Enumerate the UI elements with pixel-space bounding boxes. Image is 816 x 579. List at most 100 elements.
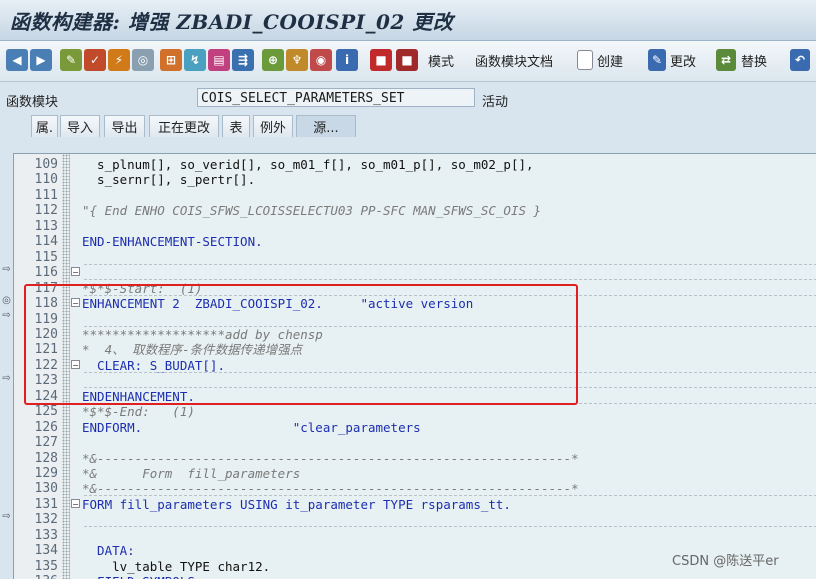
pencil-icon[interactable]: ✎ xyxy=(648,49,666,71)
function-module-docs-button[interactable]: 函数模块文档 xyxy=(475,51,553,70)
change-button[interactable]: 更改 xyxy=(670,51,696,70)
line-number: 130 xyxy=(34,481,58,497)
tab-tables[interactable]: 表 xyxy=(222,115,250,137)
line-number: 110 xyxy=(34,172,58,188)
title-bar: 函数构建器: 增强 ZBADI_COOISPI_02 更改 xyxy=(0,0,816,41)
line-number: 125 xyxy=(34,404,58,420)
code-line[interactable]: 116 − xyxy=(14,265,816,281)
forward-arrow-icon[interactable]: ▶ xyxy=(30,49,52,71)
code-line[interactable]: 132 xyxy=(14,512,816,528)
line-number: 136 xyxy=(14,574,58,579)
tab-exceptions[interactable]: 例外 xyxy=(253,115,293,137)
code-text: DATA: xyxy=(82,543,135,559)
line-number: 132 xyxy=(34,512,58,528)
activate-icon[interactable]: ⚡ xyxy=(108,49,130,71)
display-object-icon[interactable]: ▤ xyxy=(208,49,230,71)
bookmark-arrow-icon-3: ⇨ xyxy=(2,373,11,384)
highlight-box xyxy=(24,284,578,405)
create-button[interactable]: 创建 xyxy=(597,51,623,70)
enhancement-marker-icon: ◎ xyxy=(2,295,11,306)
code-line[interactable]: 131 − FORM fill_parameters USING it_parame… xyxy=(14,497,816,512)
line-number: 111 xyxy=(34,187,58,203)
line-number: 127 xyxy=(34,435,58,451)
code-text: *$*$-End: (1) xyxy=(82,404,195,420)
back-arrow-icon[interactable]: ◀ xyxy=(6,49,28,71)
line-number: 133 xyxy=(34,527,58,543)
line-number: 112 xyxy=(34,203,58,219)
tab-changing[interactable]: 正在更改 xyxy=(149,115,219,137)
code-text: *&--------------------------------------… xyxy=(82,450,579,466)
line-number: 128 xyxy=(34,450,58,466)
code-text: lv_table TYPE char12. xyxy=(82,558,271,574)
code-line[interactable]: 129 *& Form fill_parameters xyxy=(14,466,816,481)
tab-attributes[interactable]: 属. xyxy=(31,115,58,137)
window-title: 函数构建器: 增强 ZBADI_COOISPI_02 更改 xyxy=(10,10,454,34)
bookmark-arrow-icon-4: ⇨ xyxy=(2,511,11,522)
code-line[interactable]: 113 xyxy=(14,219,816,234)
line-number: 114 xyxy=(34,234,58,250)
info-icon[interactable]: i xyxy=(336,49,358,71)
code-line[interactable]: 110 s_sernr[], s_pertr[]. xyxy=(14,172,816,187)
function-module-label: 函数模块 xyxy=(6,95,59,110)
hierarchy-icon[interactable]: ♆ xyxy=(286,49,308,71)
code-line[interactable]: 127 xyxy=(14,435,816,450)
application-toolbar: ◀ ▶ ✎ ✓ ⚡ ◎ ⊞ ↯ ▤ ⇶ ⊕ ♆ ◉ i ■ ■ 模式 函数模块文… xyxy=(0,41,816,82)
status-text: 活动 xyxy=(482,95,509,110)
test-icon[interactable]: ◎ xyxy=(132,49,154,71)
code-text: s_sernr[], s_pertr[]. xyxy=(82,172,256,188)
fold-toggle-icon[interactable]: − xyxy=(71,498,80,509)
code-text: FORM fill_parameters USING it_parameter … xyxy=(82,496,511,512)
code-text: FIELD-SYMBOLS: xyxy=(82,574,202,579)
code-text: *&--------------------------------------… xyxy=(82,481,579,497)
code-text: END-ENHANCEMENT-SECTION. xyxy=(82,234,263,250)
code-line[interactable]: 130 *&-----------------------------------… xyxy=(14,481,816,497)
check-icon[interactable]: ✓ xyxy=(84,49,106,71)
other-object-icon[interactable]: ✎ xyxy=(60,49,82,71)
line-number: 135 xyxy=(34,558,58,574)
stop-icon-2[interactable]: ■ xyxy=(396,49,418,71)
bookmark-arrow-icon: ⇨ xyxy=(2,264,11,275)
line-number: 131 xyxy=(34,496,58,512)
code-line[interactable]: 136 FIELD-SYMBOLS: xyxy=(14,574,816,579)
line-number: 116 xyxy=(34,265,58,281)
line-number: 115 xyxy=(34,249,58,265)
code-text: *& Form fill_parameters xyxy=(82,466,301,481)
tab-export[interactable]: 导出 xyxy=(104,115,145,137)
tab-strip: 属. 导入 导出 正在更改 表 例外 源... xyxy=(0,112,816,140)
mode-button[interactable]: 模式 xyxy=(428,51,454,70)
code-text: s_plnum[], so_verid[], so_m01_f[], so_m0… xyxy=(82,157,534,172)
undo-icon[interactable]: ↶ xyxy=(790,49,810,71)
object-list-icon[interactable]: ↯ xyxy=(184,49,206,71)
fold-toggle-icon[interactable]: − xyxy=(71,267,80,277)
watermark: CSDN @陈送平er xyxy=(672,554,779,569)
replace-button[interactable]: 替换 xyxy=(741,51,767,70)
code-text: ENDFORM. "clear_parameters xyxy=(82,419,421,435)
line-number: 109 xyxy=(34,157,58,172)
stop-icon-1[interactable]: ■ xyxy=(370,49,392,71)
line-number: 113 xyxy=(34,218,58,234)
tab-source-code[interactable]: 源... xyxy=(296,115,356,137)
where-used-icon[interactable]: ⊞ xyxy=(160,49,182,71)
tab-import[interactable]: 导入 xyxy=(60,115,100,137)
create-document-icon[interactable] xyxy=(577,50,593,70)
code-line[interactable]: 112 "{ End ENHO COIS_SFWS_LCOISSELECTU03 … xyxy=(14,203,816,218)
code-line[interactable]: 115 xyxy=(14,250,816,265)
line-number: 129 xyxy=(34,466,58,481)
replace-icon[interactable]: ⇄ xyxy=(716,49,736,71)
code-line[interactable]: 109 s_plnum[], so_verid[], so_m01_f[], s… xyxy=(14,157,816,172)
code-line[interactable]: 111 xyxy=(14,188,816,203)
line-number: 134 xyxy=(34,543,58,559)
code-line[interactable]: 133 xyxy=(14,528,816,543)
bookmark-arrow-icon-2: ⇨ xyxy=(2,310,11,321)
function-module-field[interactable]: COIS_SELECT_PARAMETERS_SET xyxy=(197,88,475,107)
line-number: 126 xyxy=(34,419,58,435)
code-line[interactable]: 114 END-ENHANCEMENT-SECTION. xyxy=(14,234,816,249)
enhance-icon[interactable]: ⊕ xyxy=(262,49,284,71)
function-module-row: 函数模块 COIS_SELECT_PARAMETERS_SET 活动 xyxy=(0,84,816,112)
code-line[interactable]: 126 ENDFORM. "clear_parameters xyxy=(14,420,816,435)
code-text: "{ End ENHO COIS_SFWS_LCOISSELECTU03 PP-… xyxy=(82,203,542,219)
navigation-icon[interactable]: ⇶ xyxy=(232,49,254,71)
breakpoint-icon[interactable]: ◉ xyxy=(310,49,332,71)
code-line[interactable]: 128 *&-----------------------------------… xyxy=(14,451,816,466)
code-line[interactable]: 125 *$*$-End: (1) xyxy=(14,404,816,419)
